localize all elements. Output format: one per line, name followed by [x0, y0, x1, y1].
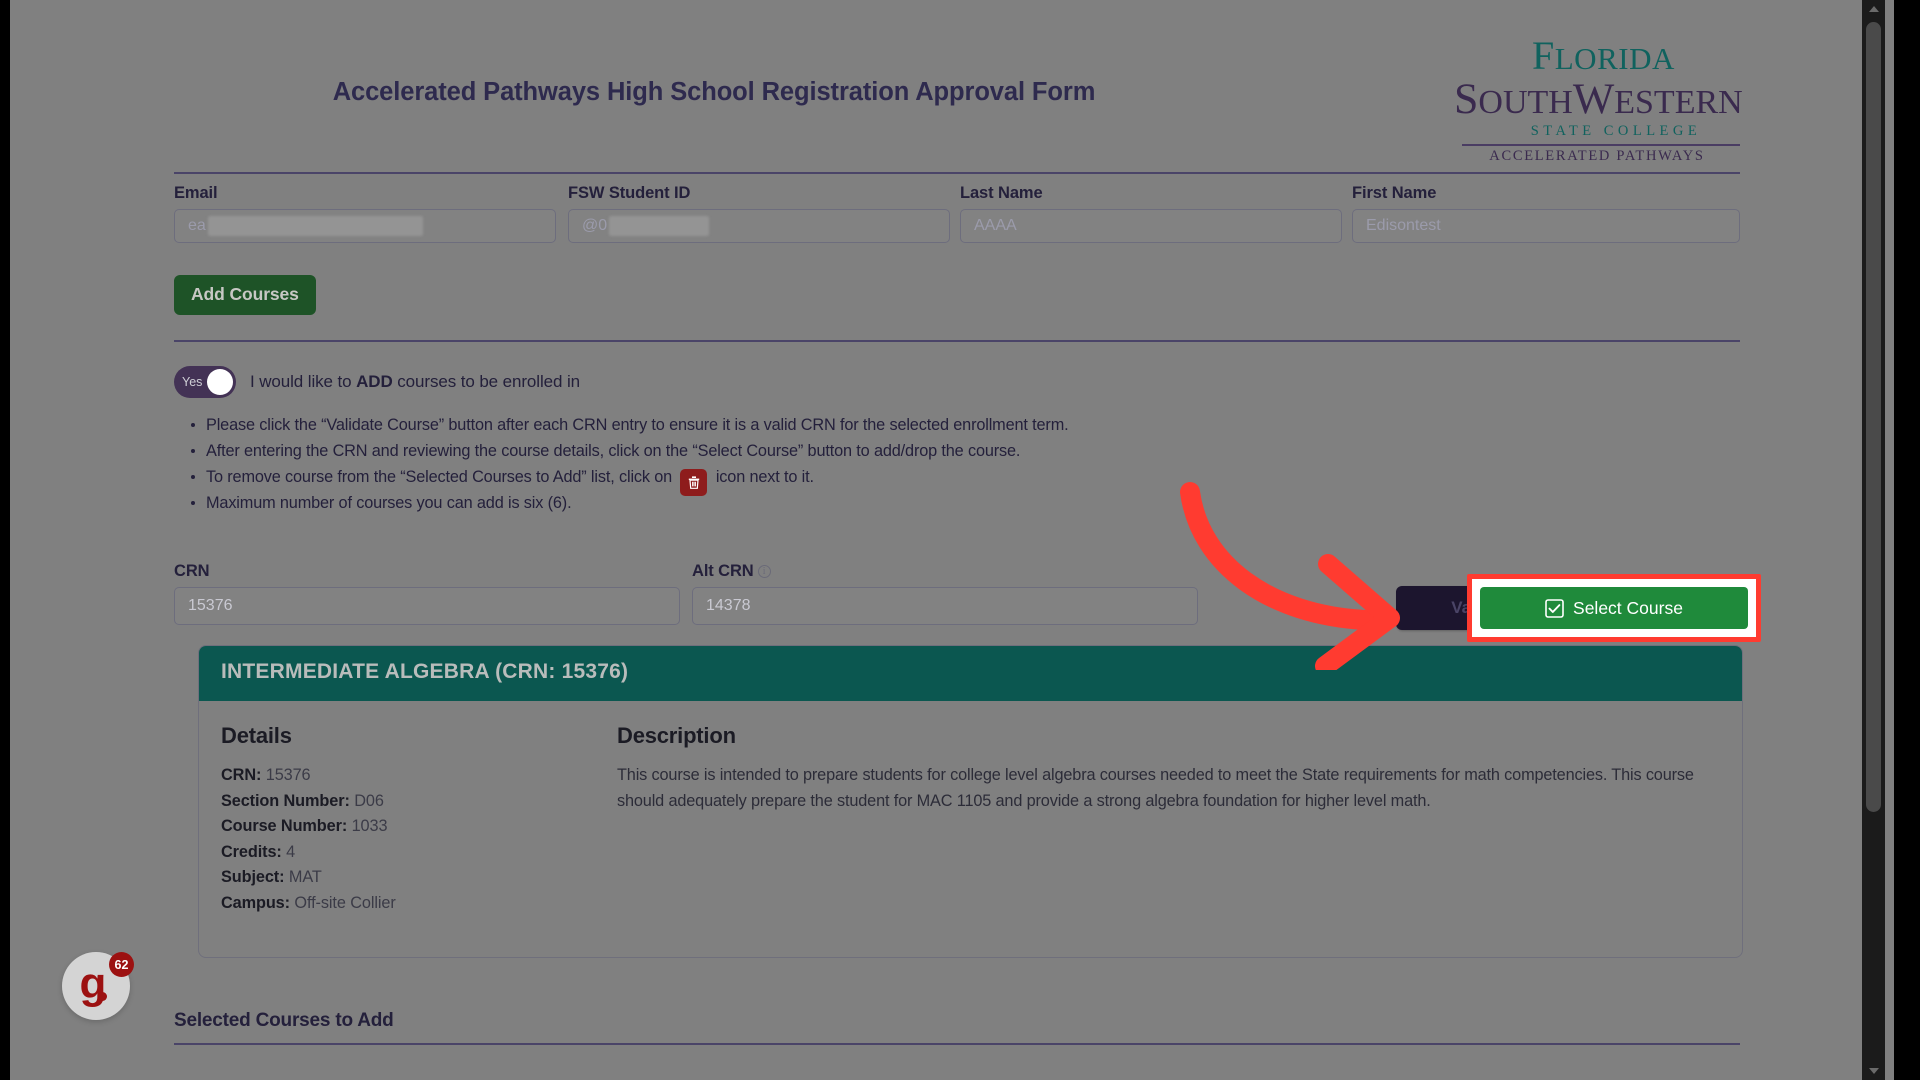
fsw-logo: Florida SouthWestern State College Accel…	[1454, 33, 1743, 164]
selected-courses-heading: Selected Courses to Add	[174, 1010, 394, 1031]
alt-crn-value: 14378	[706, 597, 751, 614]
add-courses-toggle[interactable]: Yes	[174, 366, 236, 398]
instruction-item-3: To remove course from the “Selected Cour…	[174, 464, 1740, 496]
widget-issue-count-badge: 62	[109, 952, 134, 977]
instruction-item-3-post: icon next to it.	[715, 468, 814, 486]
toggle-text-pre: I would like to	[250, 372, 357, 391]
alt-crn-label: Alt CRN i	[692, 562, 1198, 581]
course-details-column: Details CRN: 15376 Section Number: D06 C…	[221, 723, 617, 917]
detail-campus-value: Off-site Collier	[294, 893, 396, 912]
detail-crn-key: CRN:	[221, 766, 262, 784]
grammar-assistant-widget[interactable]: g 62	[62, 952, 134, 1024]
detail-section-number-key: Section Number:	[221, 791, 350, 810]
toggle-knob	[207, 369, 233, 395]
detail-campus: Campus: Off-site Collier	[221, 891, 617, 917]
course-description-column: Description This course is intended to p…	[617, 723, 1720, 917]
instructions-list: Please click the “Validate Course” butto…	[174, 412, 1740, 516]
detail-credits-key: Credits:	[221, 842, 282, 861]
instruction-item-2: After entering the CRN and reviewing the…	[174, 438, 1740, 464]
detail-credits: Credits: 4	[221, 840, 617, 866]
widget-dot-icon	[98, 992, 107, 1001]
detail-course-number-key: Course Number:	[221, 817, 348, 836]
last-name-field-group: Last Name AAAA	[960, 184, 1342, 243]
detail-crn: CRN: 15376	[221, 763, 617, 789]
page-title: Accelerated Pathways High School Registr…	[332, 78, 1096, 106]
scroll-down-arrow-icon[interactable]	[1862, 1062, 1885, 1080]
email-label: Email	[174, 184, 218, 202]
detail-section-number: Section Number: D06	[221, 789, 617, 815]
detail-crn-value: 15376	[265, 766, 311, 784]
first-name-input[interactable]: Edisontest	[1352, 209, 1740, 243]
add-courses-toggle-label: I would like to ADD courses to be enroll…	[250, 372, 580, 392]
add-courses-row: Add Courses	[174, 275, 1740, 315]
detail-subject: Subject: MAT	[221, 865, 617, 891]
vertical-scrollbar[interactable]	[1862, 0, 1885, 1080]
alt-crn-label-text: Alt CRN	[692, 562, 754, 580]
select-course-label: Select Course	[1573, 597, 1683, 618]
course-description-text: This course is intended to prepare stude…	[617, 766, 1694, 810]
last-name-label: Last Name	[960, 184, 1043, 202]
details-heading: Details	[221, 723, 292, 748]
fsw-student-id-input[interactable]: @0	[568, 209, 950, 243]
selected-courses-divider	[174, 1043, 1740, 1045]
student-fields-row: Email ea FSW Student ID @0 Last Name AAA…	[174, 184, 1740, 254]
toggle-state-label: Yes	[182, 375, 203, 389]
scrollbar-thumb[interactable]	[1866, 22, 1881, 812]
fsw-student-id-field-group: FSW Student ID @0	[568, 184, 950, 243]
detail-section-number-value: D06	[354, 791, 384, 810]
last-name-value: AAAA	[974, 217, 1017, 234]
checkbox-icon	[1545, 598, 1564, 618]
logo-line-florida: Florida	[1532, 33, 1675, 78]
page-body: Accelerated Pathways High School Registr…	[10, 0, 1894, 1080]
scroll-up-arrow-icon[interactable]	[1862, 0, 1885, 18]
page-header: Accelerated Pathways High School Registr…	[174, 36, 1743, 164]
email-input[interactable]: ea	[174, 209, 556, 243]
crn-label: CRN	[174, 562, 210, 580]
email-value: ea	[188, 217, 206, 234]
logo-line-southwestern: SouthWestern	[1454, 74, 1743, 123]
select-course-highlight-box: Select Course	[1467, 574, 1761, 642]
crn-value: 15376	[188, 597, 233, 614]
description-heading: Description	[617, 723, 736, 748]
instruction-item-1: Please click the “Validate Course” butto…	[174, 412, 1740, 438]
detail-course-number: Course Number: 1033	[221, 814, 617, 840]
detail-credits-value: 4	[286, 842, 296, 861]
header-divider	[174, 172, 1740, 174]
crn-input[interactable]: 15376	[174, 587, 680, 625]
course-details-card: INTERMEDIATE ALGEBRA (CRN: 15376) Detail…	[198, 645, 1743, 958]
alt-crn-input[interactable]: 14378	[692, 587, 1198, 625]
logo-divider	[1462, 144, 1740, 146]
email-field-group: Email ea	[174, 184, 556, 243]
first-name-label: First Name	[1352, 184, 1437, 202]
add-courses-button[interactable]: Add Courses	[174, 275, 316, 315]
add-courses-divider	[174, 340, 1740, 342]
first-name-field-group: First Name Edisontest	[1352, 184, 1740, 243]
toggle-text-post: courses to be enrolled in	[392, 372, 581, 391]
toggle-text-strong: ADD	[356, 372, 393, 391]
add-courses-toggle-row: Yes I would like to ADD courses to be en…	[174, 362, 1740, 402]
fsw-student-id-redaction	[609, 216, 710, 236]
form-content: Accelerated Pathways High School Registr…	[10, 0, 1871, 1080]
select-course-highlight-inner: Select Course	[1472, 579, 1756, 637]
crn-field-group: CRN 15376	[174, 562, 680, 625]
course-card-title: INTERMEDIATE ALGEBRA (CRN: 15376)	[199, 646, 1742, 701]
instruction-item-3-pre: To remove course from the “Selected Cour…	[206, 468, 673, 486]
alt-crn-field-group: Alt CRN i 14378	[692, 562, 1198, 625]
select-course-button[interactable]: Select Course	[1480, 587, 1748, 629]
instruction-item-4: Maximum number of courses you can add is…	[174, 490, 1740, 516]
detail-subject-value: MAT	[288, 868, 322, 887]
fsw-student-id-label: FSW Student ID	[568, 184, 691, 202]
detail-subject-key: Subject:	[221, 868, 285, 887]
course-card-body: Details CRN: 15376 Section Number: D06 C…	[199, 701, 1742, 957]
last-name-input[interactable]: AAAA	[960, 209, 1342, 243]
fsw-student-id-value: @0	[582, 217, 608, 234]
logo-line-accelerated-pathways: Accelerated Pathways	[1489, 147, 1705, 164]
info-icon[interactable]: i	[757, 565, 771, 578]
browser-viewport: Accelerated Pathways High School Registr…	[0, 0, 1920, 1080]
first-name-value: Edisontest	[1366, 217, 1441, 234]
detail-course-number-value: 1033	[351, 817, 388, 836]
logo-line-state-college: State College	[1530, 123, 1702, 140]
detail-campus-key: Campus:	[221, 893, 290, 912]
email-redaction	[207, 216, 423, 236]
